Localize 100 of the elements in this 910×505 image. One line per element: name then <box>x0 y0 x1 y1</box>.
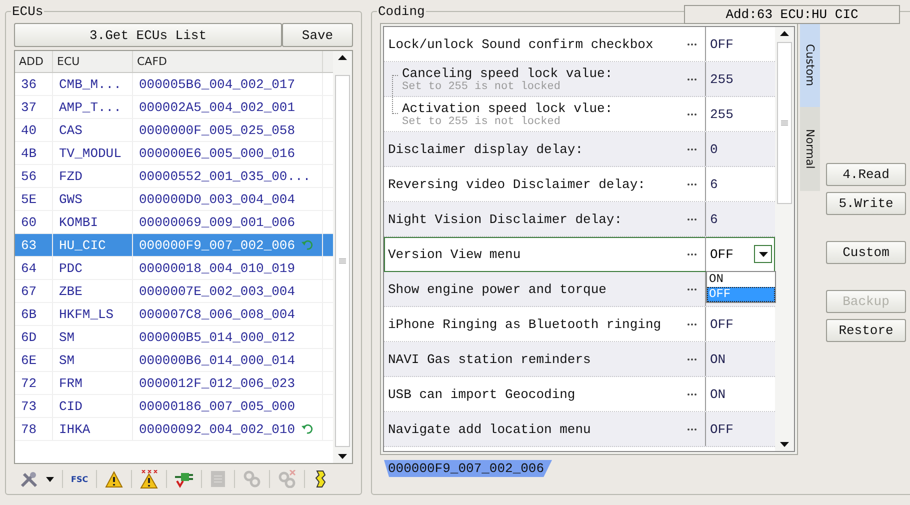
table-cell: 000000D0_003_004_004 <box>133 188 323 210</box>
ecu-row[interactable]: 37 AMP_T... 000002A5_004_002_001 <box>15 96 333 119</box>
setting-label: USB can import Geocoding <box>388 386 576 402</box>
column-header[interactable]: ECU <box>53 51 133 72</box>
ecu-row[interactable]: 36 CMB_M... 000005B6_004_002_017 <box>15 73 333 96</box>
ecu-row[interactable]: 4B TV_MODUL 000000E6_005_000_016 <box>15 142 333 165</box>
table-cell: PDC <box>53 257 133 279</box>
ecu-row[interactable]: 40 CAS 0000000F_005_025_058 <box>15 119 333 142</box>
table-cell: 0000000F_005_025_058 <box>133 119 323 141</box>
fsc-button[interactable]: FSC <box>71 474 88 484</box>
setting-row[interactable]: iPhone Ringing as Bluetooth ringing OFF <box>384 307 775 342</box>
ellipsis-icon[interactable] <box>687 252 697 256</box>
ecu-row[interactable]: 60 KOMBI 00000069_009_001_006 <box>15 211 333 234</box>
ellipsis-icon[interactable] <box>687 218 697 220</box>
ellipsis-icon[interactable] <box>687 112 697 116</box>
scroll-thumb[interactable] <box>777 42 792 204</box>
ecu-row[interactable]: 73 CID 00000186_007_005_000 <box>15 395 333 418</box>
table-cell: 000000B6_014_000_014 <box>133 349 323 371</box>
warning-icon[interactable] <box>105 470 124 488</box>
setting-row[interactable]: NAVI Gas station reminders ON <box>384 342 775 377</box>
setting-value[interactable]: ON <box>710 386 726 402</box>
setting-row[interactable]: Canceling speed lock value: Set to 255 is not locked 255 <box>384 62 775 97</box>
ellipsis-icon[interactable] <box>687 78 697 80</box>
ecu-row[interactable]: 6E SM 000000B6_014_000_014 <box>15 349 333 372</box>
table-cell: 6D <box>15 326 53 348</box>
setting-value[interactable]: OFF <box>710 422 734 436</box>
table-cell: 00000092_004_002_010 <box>133 418 323 440</box>
setting-row[interactable]: Night Vision Disclaimer delay: 6 <box>384 202 775 237</box>
table-cell: 40 <box>15 119 53 141</box>
ecu-row[interactable]: 5E GWS 000000D0_003_004_004 <box>15 188 333 211</box>
setting-row[interactable]: Navigate add location menu OFF <box>384 412 775 447</box>
dropdown-button[interactable] <box>754 245 772 263</box>
plug-icon[interactable] <box>175 470 194 488</box>
ellipsis-icon[interactable] <box>687 428 697 430</box>
ecu-row[interactable]: 6B HKFM_LS 000007C8_006_008_004 <box>15 303 333 326</box>
ellipsis-icon[interactable] <box>687 288 697 290</box>
setting-row[interactable]: Lock/unlock Sound confirm checkbox OFF <box>384 27 775 62</box>
setting-hint: Set to 255 is not locked <box>402 80 560 92</box>
table-cell: 000005B6_004_002_017 <box>133 73 323 95</box>
ellipsis-icon[interactable] <box>687 148 697 150</box>
action-button[interactable]: Restore <box>826 319 906 342</box>
setting-value[interactable]: 6 <box>710 176 718 192</box>
get-ecus-list-button[interactable]: 3.Get ECUs List <box>14 23 282 47</box>
scroll-thumb[interactable] <box>335 75 350 447</box>
setting-value[interactable]: ON <box>710 352 726 366</box>
ecu-row[interactable]: 56 FZD 00000552_001_035_00... <box>15 165 333 188</box>
setting-label: Reversing video Disclaimer delay: <box>388 176 646 192</box>
setting-value[interactable]: 0 <box>710 142 718 156</box>
setting-value[interactable]: 255 <box>710 106 734 122</box>
document-tab[interactable]: 000000F9_007_002_006 <box>384 460 552 477</box>
setting-value[interactable]: 255 <box>710 72 734 86</box>
table-cell: 37 <box>15 96 53 118</box>
action-button[interactable]: 4.Read <box>826 163 906 186</box>
table-cell: 000000E6_005_000_016 <box>133 142 323 164</box>
save-button[interactable]: Save <box>282 23 353 47</box>
column-header[interactable]: CAFD <box>133 51 323 72</box>
ellipsis-icon[interactable] <box>687 358 697 360</box>
setting-label: iPhone Ringing as Bluetooth ringing <box>388 316 662 332</box>
table-cell: CMB_M... <box>53 73 133 95</box>
table-cell: 000000B5_014_000_012 <box>133 326 323 348</box>
column-header[interactable]: ADD <box>15 51 53 72</box>
scrollbar[interactable] <box>333 51 352 463</box>
side-tab[interactable]: Custom <box>800 23 820 107</box>
caret-icon[interactable] <box>46 476 54 482</box>
setting-row[interactable]: USB can import Geocoding ON <box>384 377 775 412</box>
action-button[interactable]: Custom <box>826 241 906 264</box>
group-title: Coding <box>377 4 426 19</box>
ecu-row[interactable]: 6D SM 000000B5_014_000_012 <box>15 326 333 349</box>
scroll-down-icon[interactable] <box>780 442 789 447</box>
table-cell: 5E <box>15 188 53 210</box>
scrollbar[interactable] <box>775 27 794 451</box>
scroll-up-icon[interactable] <box>780 31 789 36</box>
setting-row[interactable]: Disclaimer display delay: 0 <box>384 132 775 167</box>
side-tab[interactable]: Normal <box>800 107 820 191</box>
table-cell: SM <box>53 326 133 348</box>
setting-row[interactable]: Activation speed lock vlue: Set to 255 is not locked 255 <box>384 97 775 132</box>
setting-value[interactable]: OFF <box>710 316 734 332</box>
ellipsis-icon[interactable] <box>687 392 697 396</box>
tools-icon[interactable] <box>20 470 38 488</box>
setting-label: NAVI Gas station reminders <box>388 352 591 366</box>
ellipsis-icon[interactable] <box>687 322 697 326</box>
table-cell: 00000018_004_010_019 <box>133 257 323 279</box>
caret-icon[interactable] <box>758 252 768 256</box>
setting-value[interactable]: OFF <box>710 36 734 52</box>
table-cell: 0000007E_002_003_004 <box>133 280 323 302</box>
scroll-down-icon[interactable] <box>338 454 347 459</box>
ecu-row[interactable]: 67 ZBE 0000007E_002_003_004 <box>15 280 333 303</box>
table-cell: 6E <box>15 349 53 371</box>
setting-value[interactable]: 6 <box>710 212 718 226</box>
scroll-up-icon[interactable] <box>338 55 347 60</box>
action-button[interactable]: 5.Write <box>826 192 906 215</box>
warning-delete-icon[interactable] <box>140 470 158 488</box>
table-cell: 64 <box>15 257 53 279</box>
ecu-row[interactable]: 72 FRM 0000012F_012_006_023 <box>15 372 333 395</box>
setting-row[interactable]: Reversing video Disclaimer delay: 6 <box>384 167 775 202</box>
ellipsis-icon[interactable] <box>687 182 697 186</box>
table-cell: TV_MODUL <box>53 142 133 164</box>
ecu-row[interactable]: 64 PDC 00000018_004_010_019 <box>15 257 333 280</box>
ecu-row[interactable]: 78 IHKA 00000092_004_002_010 <box>15 418 333 441</box>
ellipsis-icon[interactable] <box>687 42 697 46</box>
